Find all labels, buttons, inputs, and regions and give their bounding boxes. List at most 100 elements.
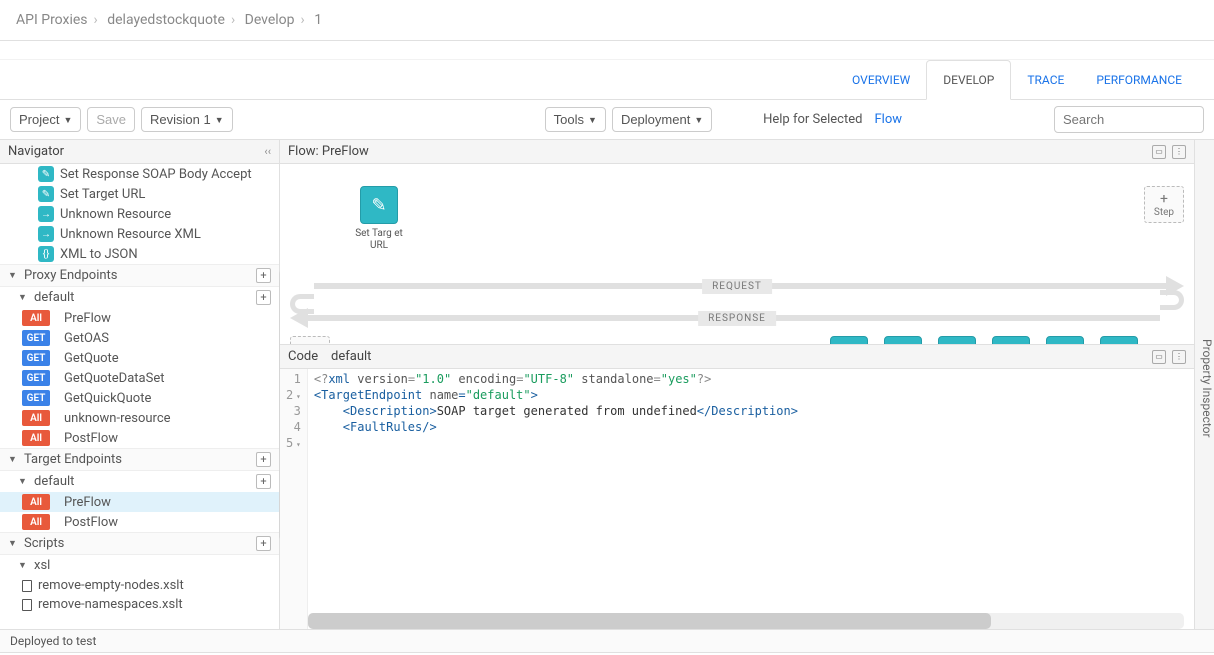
flow-title: Flow: PreFlow: [288, 144, 369, 159]
target-flow-item[interactable]: AllPreFlow: [0, 492, 279, 512]
collapse-navigator-icon[interactable]: ‹‹: [264, 145, 271, 158]
policy-tile-icon: ☁: [1100, 336, 1138, 344]
policy-item[interactable]: → Unknown Resource XML: [0, 224, 279, 244]
breadcrumb: API Proxies› delayedstockquote› Develop›…: [0, 0, 1214, 41]
code-line[interactable]: [314, 435, 1188, 451]
proxy-default-item[interactable]: ▼default+: [0, 287, 279, 308]
policy-tile-icon: ✎: [360, 186, 398, 224]
deployment-button[interactable]: Deployment▼: [612, 107, 712, 132]
tab-bar: OVERVIEW DEVELOP TRACE PERFORMANCE: [0, 60, 1214, 100]
script-file-item[interactable]: remove-empty-nodes.xslt: [0, 576, 279, 595]
response-step[interactable]: ↗Get Res… onse S ...: [928, 336, 986, 344]
flow-more-icon[interactable]: ⋮: [1172, 145, 1186, 159]
add-response-step-button[interactable]: + Step: [290, 336, 330, 344]
scripts-section[interactable]: ▼Scripts+: [0, 532, 279, 555]
target-flow-item[interactable]: All PostFlow: [0, 512, 279, 532]
revision-button[interactable]: Revision 1▼: [141, 107, 233, 132]
chevron-down-icon: ▼: [694, 115, 703, 125]
code-title: Code: [288, 349, 318, 364]
tools-button[interactable]: Tools▼: [545, 107, 606, 132]
add-script-button[interactable]: +: [256, 536, 271, 551]
file-icon: [22, 599, 32, 611]
proxy-endpoints-section[interactable]: ▼Proxy Endpoints+: [0, 264, 279, 287]
policy-item[interactable]: ✎Set Target URL: [0, 184, 279, 204]
chevron-down-icon: ▼: [8, 270, 18, 281]
flow-label: PreFlow: [64, 495, 111, 510]
save-button: Save: [87, 107, 135, 132]
add-proxy-flow-button[interactable]: +: [256, 290, 271, 305]
chevron-down-icon: ▼: [8, 454, 18, 465]
code-line[interactable]: <TargetEndpoint name="default">: [314, 387, 1188, 403]
policy-label: Unknown Resource XML: [60, 227, 201, 242]
flow-label: GetQuote: [64, 351, 119, 366]
response-step[interactable]: ↗Get Res… onse S ...: [982, 336, 1040, 344]
chevron-down-icon: ▼: [18, 476, 28, 487]
proxy-flow-item[interactable]: GET GetQuoteDataSet: [0, 368, 279, 388]
policy-item[interactable]: ✎Set Response SOAP Body Accept: [0, 164, 279, 184]
fold-icon[interactable]: ▾: [291, 440, 301, 449]
proxy-flow-item[interactable]: GETGetQuickQuote: [0, 388, 279, 408]
response-step[interactable]: ✎Set Resp onse S ...: [874, 336, 932, 344]
code-line[interactable]: <?xml version="1.0" encoding="UTF-8" sta…: [314, 371, 1188, 387]
proxy-flow-item[interactable]: AllPreFlow: [0, 308, 279, 328]
project-button[interactable]: Project▼: [10, 107, 81, 132]
policy-item[interactable]: {}XML to JSON: [0, 244, 279, 264]
request-step[interactable]: ✎Set Targ et URL: [350, 186, 408, 252]
add-proxy-endpoint-button[interactable]: +: [256, 268, 271, 283]
response-step[interactable]: ☁Remove Names...: [1090, 336, 1148, 344]
policy-icon: →: [38, 226, 54, 242]
code-horizontal-scrollbar[interactable]: [308, 613, 1184, 629]
plus-icon: +: [1145, 191, 1183, 207]
breadcrumb-item[interactable]: Develop: [245, 12, 295, 28]
http-verb-badge: All: [22, 514, 50, 530]
add-target-endpoint-button[interactable]: +: [256, 452, 271, 467]
line-number: 4: [286, 419, 301, 435]
code-view-toggle-icon[interactable]: ▭: [1152, 350, 1166, 364]
http-verb-badge: GET: [22, 390, 50, 406]
flow-label: PostFlow: [64, 515, 118, 530]
script-file-item[interactable]: remove-namespaces.xslt: [0, 595, 279, 614]
add-target-flow-button[interactable]: +: [256, 474, 271, 489]
response-step[interactable]: {↓}XML to J SON: [1036, 336, 1094, 344]
chevron-down-icon: ▼: [18, 560, 28, 571]
tab-performance[interactable]: PERFORMANCE: [1080, 60, 1198, 99]
http-verb-badge: GET: [22, 370, 50, 386]
tab-overview[interactable]: OVERVIEW: [836, 60, 926, 99]
search-input[interactable]: [1054, 106, 1204, 133]
code-editor[interactable]: 12 ▾345 ▾ <?xml version="1.0" encoding="…: [280, 369, 1194, 629]
chevron-down-icon: ▼: [8, 538, 18, 549]
xsl-folder-item[interactable]: ▼xsl: [0, 555, 279, 576]
flow-label: GetQuoteDataSet: [64, 371, 164, 386]
proxy-flow-item[interactable]: GETGetQuote: [0, 348, 279, 368]
add-request-step-button[interactable]: + Step: [1144, 186, 1184, 223]
code-line[interactable]: <FaultRules/>: [314, 419, 1188, 435]
help-link[interactable]: Flow: [874, 112, 902, 127]
policy-item[interactable]: →Unknown Resource: [0, 204, 279, 224]
property-inspector-panel[interactable]: Property Inspector: [1194, 140, 1214, 629]
breadcrumb-item[interactable]: delayedstockquote: [107, 12, 225, 28]
response-step[interactable]: ✎Set Resp onse S ...: [820, 336, 878, 344]
policy-icon: →: [38, 206, 54, 222]
line-number: 2 ▾: [286, 387, 301, 403]
target-endpoints-section[interactable]: ▼Target Endpoints+: [0, 448, 279, 471]
proxy-flow-item[interactable]: Allunknown-resource: [0, 408, 279, 428]
tab-trace[interactable]: TRACE: [1011, 60, 1080, 99]
code-line[interactable]: <Description>SOAP target generated from …: [314, 403, 1188, 419]
proxy-flow-item[interactable]: GET GetOAS: [0, 328, 279, 348]
code-more-icon[interactable]: ⋮: [1172, 350, 1186, 364]
http-verb-badge: GET: [22, 330, 50, 346]
proxy-flow-item[interactable]: AllPostFlow: [0, 428, 279, 448]
chevron-down-icon: ▼: [588, 115, 597, 125]
target-default-item[interactable]: ▼default+: [0, 471, 279, 492]
plus-icon: +: [291, 341, 329, 344]
policy-label: Set Target URL: [60, 187, 145, 202]
policy-tile-icon: ✎: [884, 336, 922, 344]
flow-view-toggle-icon[interactable]: ▭: [1152, 145, 1166, 159]
policy-label: Set Response SOAP Body Accept: [60, 167, 252, 182]
response-label: RESPONSE: [698, 311, 776, 326]
breadcrumb-item[interactable]: API Proxies: [16, 12, 88, 28]
flow-label: GetOAS: [64, 331, 109, 346]
line-number: 5 ▾: [286, 435, 301, 451]
tab-develop[interactable]: DEVELOP: [926, 60, 1011, 100]
fold-icon[interactable]: ▾: [291, 392, 301, 401]
